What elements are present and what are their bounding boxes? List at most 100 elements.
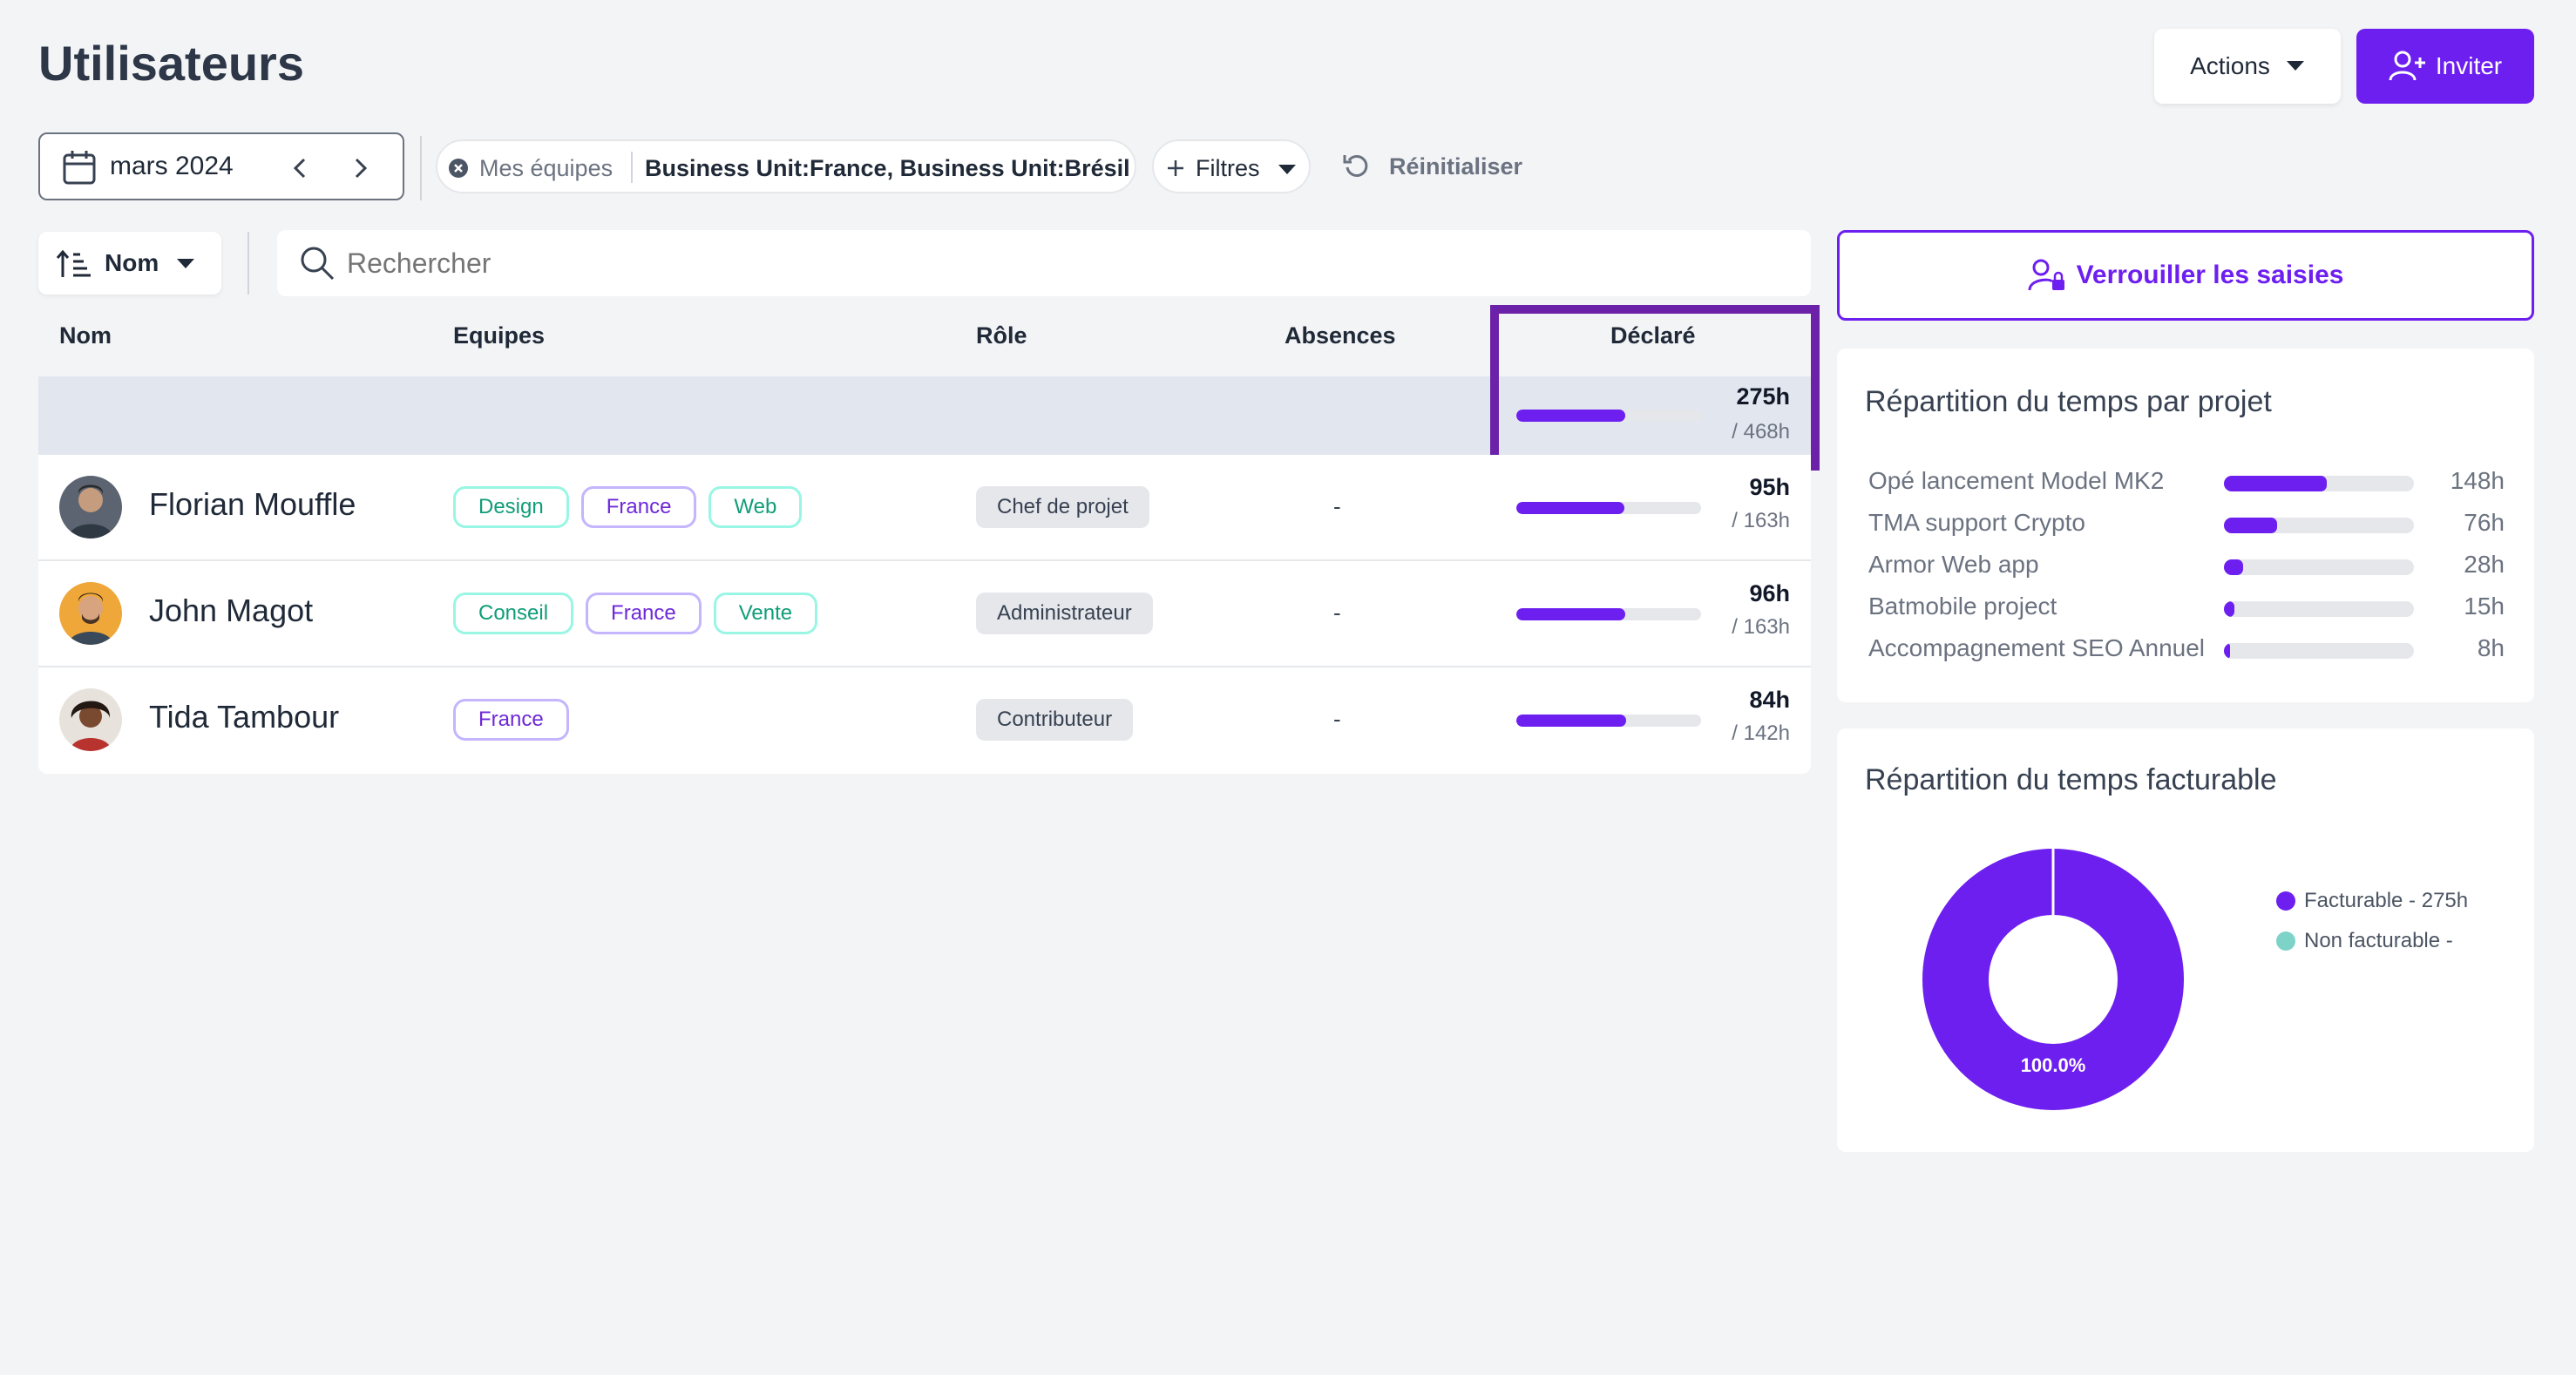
calendar-icon — [63, 151, 96, 185]
invite-label: Inviter — [2435, 52, 2503, 79]
user-name[interactable]: John Magot — [149, 593, 313, 629]
legend-item: Facturable - 275h — [2276, 889, 2468, 913]
sort-label: Nom — [105, 249, 159, 276]
declared-progress-bar — [1516, 715, 1701, 727]
user-plus-icon — [2389, 51, 2425, 81]
declared-highlight — [1490, 305, 1820, 471]
project-row: Batmobile project 15h — [1868, 593, 2505, 627]
project-bar — [2224, 559, 2414, 575]
declared-capacity: / 163h — [1732, 615, 1790, 639]
declared-hours: 84h — [1749, 687, 1790, 713]
team-chip: France — [453, 699, 569, 741]
actions-label: Actions — [2190, 52, 2270, 79]
team-chips: Conseil France Vente — [453, 593, 830, 634]
table-row[interactable]: Florian Mouffle Design France Web Chef d… — [38, 455, 1811, 561]
column-header-teams[interactable]: Equipes — [453, 322, 545, 349]
projects-title: Répartition du temps par projet — [1865, 385, 2272, 418]
team-chip: France — [586, 593, 702, 634]
project-bar-fill — [2224, 601, 2234, 617]
team-filter[interactable]: Mes équipes Business Unit:France, Busine… — [436, 139, 1136, 193]
actions-button[interactable]: Actions — [2154, 29, 2341, 104]
project-row: Armor Web app 28h — [1868, 551, 2505, 586]
absences-value: - — [1333, 706, 1341, 732]
page-title: Utilisateurs — [38, 36, 304, 91]
table-row[interactable]: John Magot Conseil France Vente Administ… — [38, 561, 1811, 667]
invite-button[interactable]: Inviter — [2356, 29, 2534, 104]
declared-progress-fill — [1516, 502, 1624, 514]
team-chip: France — [580, 486, 697, 528]
project-name: TMA support Crypto — [1868, 509, 2085, 536]
declared-capacity: / 163h — [1732, 509, 1790, 532]
user-lock-icon — [2028, 259, 2064, 291]
user-name[interactable]: Florian Mouffle — [149, 486, 356, 523]
legend-item: Non facturable - — [2276, 929, 2453, 953]
search-icon — [301, 247, 335, 281]
absences-value: - — [1333, 493, 1341, 519]
column-header-absences[interactable]: Absences — [1285, 322, 1396, 349]
project-bar-fill — [2224, 643, 2230, 659]
column-header-name[interactable]: Nom — [59, 322, 112, 349]
role-badge: Chef de projet — [976, 486, 1149, 528]
project-name: Batmobile project — [1868, 593, 2057, 620]
absences-value: - — [1333, 599, 1341, 626]
chevron-left-icon[interactable] — [293, 158, 307, 179]
project-bar — [2224, 476, 2414, 491]
divider — [631, 152, 633, 183]
sort-icon — [56, 249, 91, 277]
caret-down-icon — [177, 259, 194, 268]
project-hours: 148h — [2450, 467, 2505, 494]
chevron-right-icon[interactable] — [354, 158, 368, 179]
project-row: TMA support Crypto 76h — [1868, 509, 2505, 544]
project-bar — [2224, 643, 2414, 659]
declared-capacity: / 142h — [1732, 721, 1790, 745]
team-chip: Design — [453, 486, 569, 528]
clear-icon[interactable] — [448, 158, 469, 179]
month-picker[interactable]: mars 2024 — [38, 132, 404, 200]
caret-down-icon — [1278, 165, 1296, 174]
team-chips: France — [453, 699, 581, 741]
billable-donut-chart: 100.0% — [1922, 849, 2184, 1110]
role-badge: Administrateur — [976, 593, 1153, 634]
user-name[interactable]: Tida Tambour — [149, 699, 339, 735]
team-filter-label: Mes équipes — [479, 155, 613, 181]
team-chip: Web — [708, 486, 803, 528]
declared-progress-bar — [1516, 502, 1701, 514]
project-bar — [2224, 518, 2414, 533]
project-row: Accompagnement SEO Annuel 8h — [1868, 634, 2505, 669]
team-chip: Vente — [713, 593, 818, 634]
project-hours: 8h — [2477, 634, 2505, 661]
plus-icon — [1168, 160, 1183, 176]
project-bar-fill — [2224, 559, 2243, 575]
table-row[interactable]: Tida Tambour France Contributeur - 84h /… — [38, 667, 1811, 774]
legend-label: Non facturable - — [2304, 929, 2453, 952]
avatar — [59, 688, 122, 751]
filters-button[interactable]: Filtres — [1152, 139, 1311, 193]
filters-label: Filtres — [1196, 155, 1260, 181]
project-name: Armor Web app — [1868, 551, 2039, 578]
project-bar-fill — [2224, 518, 2278, 533]
declared-hours: 96h — [1749, 580, 1790, 606]
project-row: Opé lancement Model MK2 148h — [1868, 467, 2505, 502]
project-bar-fill — [2224, 476, 2327, 491]
divider — [247, 232, 249, 295]
team-chip: Conseil — [453, 593, 574, 634]
search-box[interactable] — [277, 230, 1811, 296]
month-label: mars 2024 — [110, 152, 234, 180]
avatar — [59, 476, 122, 538]
divider — [420, 136, 422, 200]
declared-progress-fill — [1516, 608, 1625, 620]
reset-icon — [1343, 154, 1368, 177]
reset-label: Réinitialiser — [1389, 153, 1523, 179]
lock-entries-label: Verrouiller les saisies — [2076, 261, 2344, 289]
reset-button[interactable]: Réinitialiser — [1342, 150, 1534, 185]
search-input[interactable] — [347, 242, 1776, 284]
lock-entries-button[interactable]: Verrouiller les saisies — [1837, 230, 2534, 321]
declared-hours: 95h — [1749, 474, 1790, 500]
project-hours: 76h — [2464, 509, 2505, 536]
legend-dot-non-billable — [2276, 931, 2295, 951]
donut-center-label: 100.0% — [2021, 1054, 2086, 1076]
project-bar — [2224, 601, 2414, 617]
team-chips: Design France Web — [453, 486, 814, 528]
column-header-role[interactable]: Rôle — [976, 322, 1027, 349]
sort-button[interactable]: Nom — [38, 232, 221, 295]
